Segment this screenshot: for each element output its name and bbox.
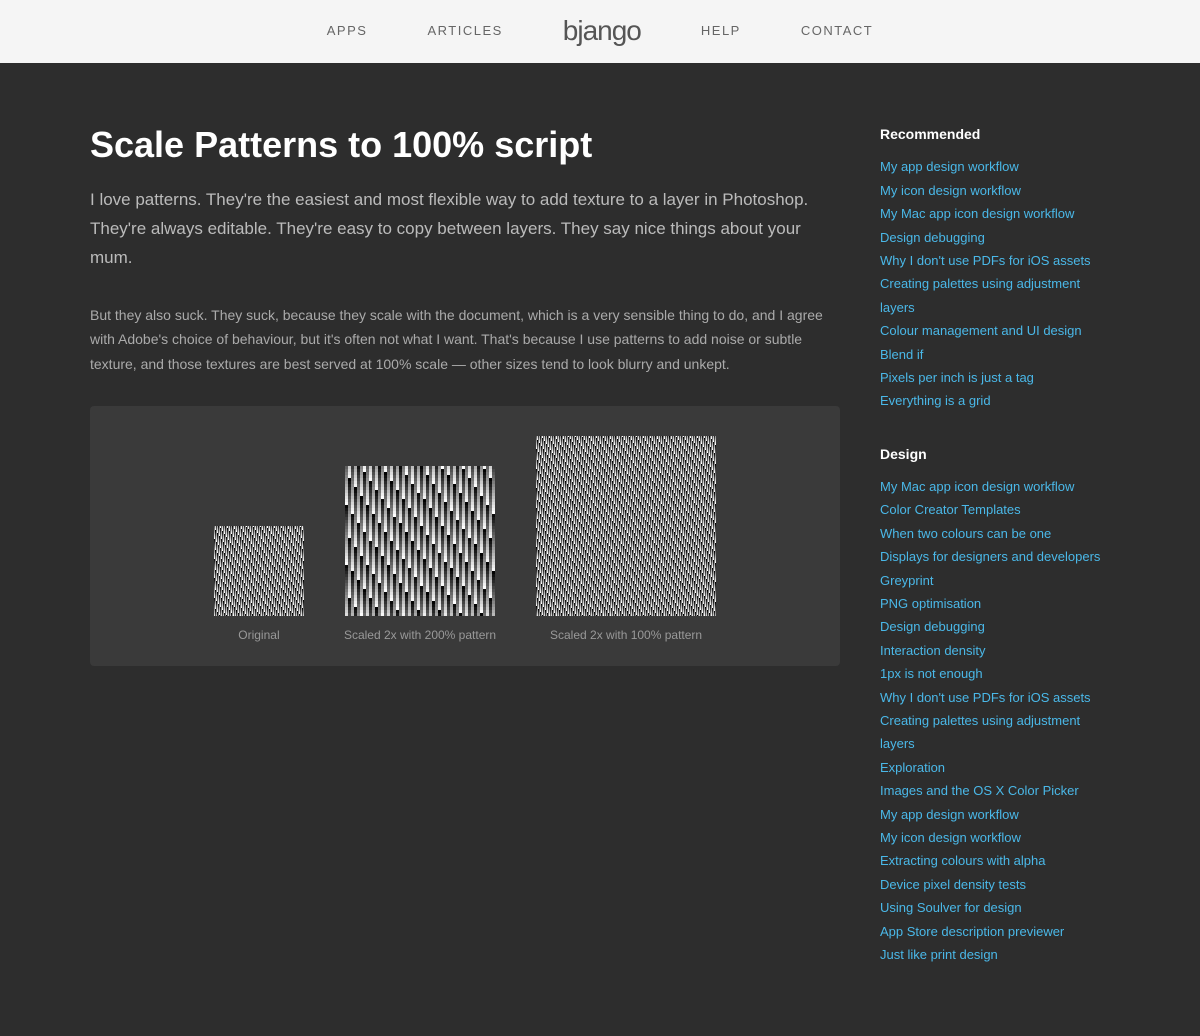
image-block: Original Scaled 2x with 200% pattern Sca… <box>90 406 840 665</box>
sidebar-link[interactable]: Creating palettes using adjustment layer… <box>880 272 1110 319</box>
main-content: Scale Patterns to 100% script I love pat… <box>70 63 1130 1036</box>
sidebar-link[interactable]: My icon design workflow <box>880 826 1110 849</box>
sidebar-link[interactable]: Displays for designers and developers <box>880 545 1110 568</box>
main-nav: APPS ARTICLES bjango HELP CONTACT <box>327 9 873 54</box>
sidebar-link[interactable]: Just like print design <box>880 943 1110 966</box>
pattern-canvas-medium <box>345 466 495 616</box>
pattern-label-original: Original <box>238 626 279 645</box>
pattern-canvas-large <box>536 436 716 616</box>
nav-contact[interactable]: CONTACT <box>801 21 873 42</box>
pattern-original: Original <box>214 526 304 645</box>
sidebar-link[interactable]: Exploration <box>880 756 1110 779</box>
sidebar-link[interactable]: When two colours can be one <box>880 522 1110 545</box>
sidebar-link[interactable]: Interaction density <box>880 639 1110 662</box>
sidebar-link[interactable]: My app design workflow <box>880 155 1110 178</box>
pattern-canvas-small <box>214 526 304 616</box>
sidebar-link[interactable]: My Mac app icon design workflow <box>880 202 1110 225</box>
sidebar-link[interactable]: Why I don't use PDFs for iOS assets <box>880 686 1110 709</box>
sidebar-link[interactable]: App Store description previewer <box>880 920 1110 943</box>
article-title: Scale Patterns to 100% script <box>90 123 840 166</box>
sidebar-link[interactable]: Device pixel density tests <box>880 873 1110 896</box>
sidebar-link[interactable]: Colour management and UI design <box>880 319 1110 342</box>
sidebar-link[interactable]: Greyprint <box>880 569 1110 592</box>
sidebar-link[interactable]: Pixels per inch is just a tag <box>880 366 1110 389</box>
sidebar-link[interactable]: My app design workflow <box>880 803 1110 826</box>
sidebar-section-heading: Design <box>880 443 1110 465</box>
pattern-label-200: Scaled 2x with 200% pattern <box>344 626 496 645</box>
sidebar-link[interactable]: Extracting colours with alpha <box>880 849 1110 872</box>
sidebar-link[interactable]: Creating palettes using adjustment layer… <box>880 709 1110 756</box>
nav-help[interactable]: HELP <box>701 21 741 42</box>
pattern-label-100: Scaled 2x with 100% pattern <box>550 626 702 645</box>
nav-articles[interactable]: ARTICLES <box>427 21 502 42</box>
sidebar-link[interactable]: Using Soulver for design <box>880 896 1110 919</box>
sidebar-link[interactable]: Images and the OS X Color Picker <box>880 779 1110 802</box>
article-body: But they also suck. They suck, because t… <box>90 303 840 377</box>
article-content: Scale Patterns to 100% script I love pat… <box>90 123 840 996</box>
sidebar: RecommendedMy app design workflowMy icon… <box>880 123 1110 996</box>
sidebar-section: Design My Mac app icon design workflowCol… <box>880 443 1110 967</box>
sidebar-link[interactable]: Design debugging <box>880 226 1110 249</box>
sidebar-link[interactable]: Everything is a grid <box>880 389 1110 412</box>
sidebar-link[interactable]: My icon design workflow <box>880 179 1110 202</box>
sidebar-section: Recommended My app design workflowMy icon… <box>880 123 1110 413</box>
sidebar-link[interactable]: 1px is not enough <box>880 662 1110 685</box>
sidebar-link[interactable]: Why I don't use PDFs for iOS assets <box>880 249 1110 272</box>
sidebar-link[interactable]: My Mac app icon design workflow <box>880 475 1110 498</box>
nav-apps[interactable]: APPS <box>327 21 368 42</box>
pattern-200: Scaled 2x with 200% pattern <box>344 466 496 645</box>
sidebar-link[interactable]: PNG optimisation <box>880 592 1110 615</box>
sidebar-link[interactable]: Color Creator Templates <box>880 498 1110 521</box>
site-header: APPS ARTICLES bjango HELP CONTACT <box>0 0 1200 63</box>
sidebar-link[interactable]: Design debugging <box>880 615 1110 638</box>
article-intro: I love patterns. They're the easiest and… <box>90 186 840 273</box>
sidebar-link[interactable]: Blend if <box>880 343 1110 366</box>
sidebar-section-heading: Recommended <box>880 123 1110 145</box>
site-logo[interactable]: bjango <box>563 9 641 54</box>
pattern-100: Scaled 2x with 100% pattern <box>536 436 716 645</box>
